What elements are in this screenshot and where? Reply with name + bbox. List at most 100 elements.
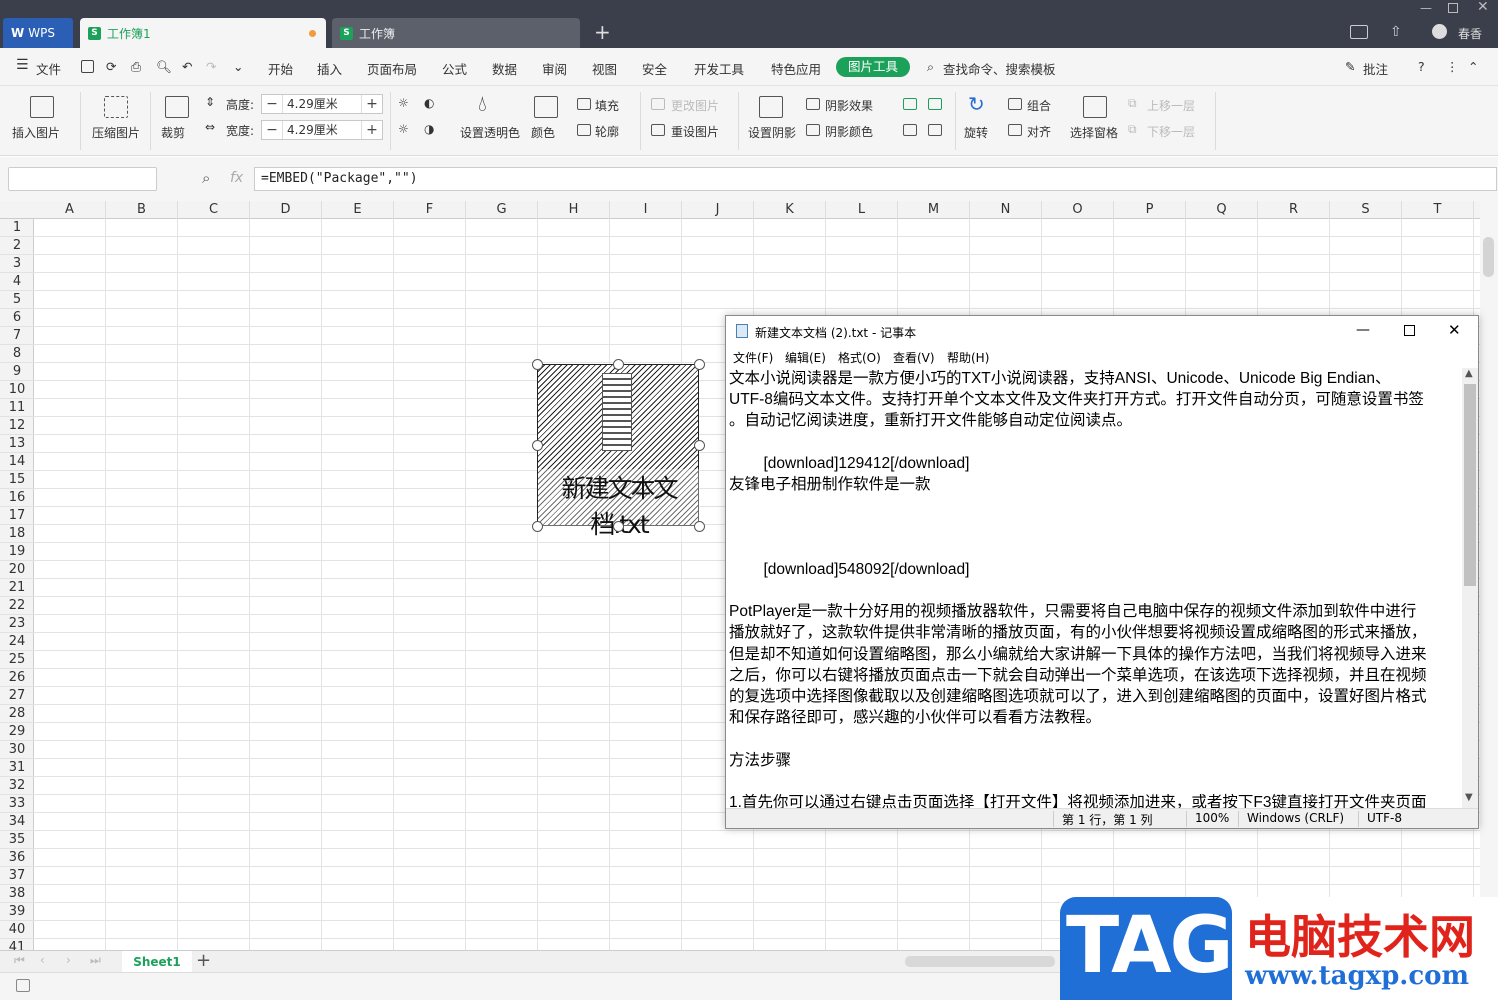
resize-handle[interactable] (694, 521, 705, 532)
column-header[interactable]: G (466, 201, 538, 219)
column-header[interactable]: L (826, 201, 898, 219)
row-header[interactable]: 36 (0, 849, 34, 867)
horizontal-scrollbar[interactable] (905, 956, 1055, 967)
row-header[interactable]: 25 (0, 651, 34, 669)
minimize-icon[interactable]: — (1420, 1, 1432, 15)
menu-special[interactable]: 特色应用 (771, 59, 821, 78)
comment-icon[interactable]: ✎ (1345, 59, 1355, 74)
nudge-right-icon[interactable] (928, 124, 942, 136)
column-header[interactable]: I (610, 201, 682, 219)
save-icon[interactable] (81, 60, 94, 73)
send-backward-button[interactable]: 下移一层 (1147, 123, 1195, 140)
new-tab-button[interactable]: + (594, 20, 611, 44)
resize-handle[interactable] (694, 359, 705, 370)
align-button[interactable]: 对齐 (1027, 123, 1051, 140)
reset-picture-button[interactable]: 重设图片 (671, 123, 719, 140)
menu-developer[interactable]: 开发工具 (694, 59, 744, 78)
set-shadow-button[interactable]: 设置阴影 (748, 124, 796, 141)
column-header[interactable]: C (178, 201, 250, 219)
width-increase-button[interactable]: + (362, 122, 382, 138)
column-header[interactable]: M (898, 201, 970, 219)
menu-file[interactable]: 文件 (36, 59, 61, 78)
notepad-window[interactable]: 新建文本文档 (2).txt - 记事本 — ✕ 文件(F) 编辑(E) 格式(… (725, 315, 1479, 829)
menu-review[interactable]: 审阅 (542, 59, 567, 78)
row-header[interactable]: 39 (0, 903, 34, 921)
column-header[interactable]: B (106, 201, 178, 219)
row-header[interactable]: 30 (0, 741, 34, 759)
row-header[interactable]: 20 (0, 561, 34, 579)
resize-handle[interactable] (613, 359, 624, 370)
notepad-title-bar[interactable]: 新建文本文档 (2).txt - 记事本 — ✕ (726, 316, 1478, 346)
row-header[interactable]: 11 (0, 399, 34, 417)
notepad-maximize-icon[interactable] (1404, 325, 1415, 336)
row-header[interactable]: 21 (0, 579, 34, 597)
resize-handle[interactable] (694, 440, 705, 451)
last-sheet-icon[interactable]: ⏭ (90, 953, 101, 968)
row-header[interactable]: 15 (0, 471, 34, 489)
next-sheet-icon[interactable]: › (66, 953, 71, 967)
height-stepper[interactable]: − 4.29厘米 + (261, 94, 383, 114)
insert-picture-button[interactable]: 插入图片 (12, 124, 60, 141)
column-header[interactable]: H (538, 201, 610, 219)
notepad-menu-format[interactable]: 格式(O) (838, 349, 881, 366)
resize-handle[interactable] (532, 440, 543, 451)
row-header[interactable]: 31 (0, 759, 34, 777)
sheet-tab-sheet1[interactable]: Sheet1 (122, 951, 192, 973)
contrast-up-icon[interactable]: ◐ (424, 96, 434, 110)
user-name[interactable]: 春香 (1458, 25, 1482, 42)
more-icon[interactable]: ⋮ (1446, 59, 1459, 74)
row-header[interactable]: 6 (0, 309, 34, 327)
row-header[interactable]: 24 (0, 633, 34, 651)
notepad-menu-edit[interactable]: 编辑(E) (785, 349, 826, 366)
resize-handle[interactable] (532, 359, 543, 370)
notepad-vertical-scrollbar[interactable]: ▲ ▼ (1462, 368, 1478, 808)
zoom-formula-icon[interactable]: ⌕ (202, 169, 210, 187)
command-search[interactable]: 查找命令、搜索模板 (943, 59, 1056, 78)
shadow-color-button[interactable]: 阴影颜色 (825, 123, 873, 140)
column-header[interactable]: F (394, 201, 466, 219)
scroll-thumb[interactable] (1483, 237, 1494, 277)
row-header[interactable]: 33 (0, 795, 34, 813)
row-header[interactable]: 38 (0, 885, 34, 903)
row-header[interactable]: 35 (0, 831, 34, 849)
hamburger-icon[interactable]: ☰ (16, 57, 29, 73)
row-header[interactable]: 37 (0, 867, 34, 885)
brightness-down-icon[interactable]: ☼ (398, 122, 409, 136)
notepad-menu-view[interactable]: 查看(V) (893, 349, 935, 366)
set-transparent-button[interactable]: 设置透明色 (460, 124, 520, 141)
row-header[interactable]: 40 (0, 921, 34, 939)
column-header[interactable]: S (1330, 201, 1402, 219)
print-icon[interactable]: ⎙ (131, 59, 141, 75)
resize-handle[interactable] (613, 521, 624, 532)
height-decrease-button[interactable]: − (262, 96, 282, 112)
menu-picture-tools[interactable]: 图片工具 (836, 57, 910, 77)
column-header[interactable]: O (1042, 201, 1114, 219)
vertical-scrollbar[interactable] (1480, 201, 1498, 950)
row-header[interactable]: 12 (0, 417, 34, 435)
row-header[interactable]: 7 (0, 327, 34, 345)
quick-access-dropdown-icon[interactable]: ⌄ (233, 59, 243, 74)
export-icon[interactable]: ⟳ (106, 59, 116, 74)
column-header[interactable]: E (322, 201, 394, 219)
row-header[interactable]: 18 (0, 525, 34, 543)
column-header[interactable]: A (34, 201, 106, 219)
scroll-down-icon[interactable]: ▼ (1465, 792, 1473, 803)
shadow-effect-button[interactable]: 阴影效果 (825, 97, 873, 114)
column-header[interactable]: R (1258, 201, 1330, 219)
column-header[interactable]: T (1402, 201, 1474, 219)
preview-icon[interactable]: 🔍︎ (156, 59, 172, 75)
prev-sheet-icon[interactable]: ‹ (40, 953, 45, 967)
notepad-menu-help[interactable]: 帮助(H) (947, 349, 989, 366)
group-button[interactable]: 组合 (1027, 97, 1051, 114)
bring-forward-button[interactable]: 上移一层 (1147, 97, 1195, 114)
row-header[interactable]: 13 (0, 435, 34, 453)
comment-button[interactable]: 批注 (1363, 59, 1388, 78)
rotate-button[interactable]: 旋转 (964, 124, 988, 141)
compress-picture-button[interactable]: 压缩图片 (92, 124, 140, 141)
contrast-down-icon[interactable]: ◑ (424, 122, 434, 136)
skin-icon[interactable]: ⇧ (1390, 24, 1402, 40)
help-icon[interactable]: ? (1418, 59, 1425, 74)
fx-button[interactable]: fx (230, 170, 243, 186)
notepad-close-icon[interactable]: ✕ (1448, 321, 1461, 339)
maximize-icon[interactable] (1448, 3, 1458, 13)
